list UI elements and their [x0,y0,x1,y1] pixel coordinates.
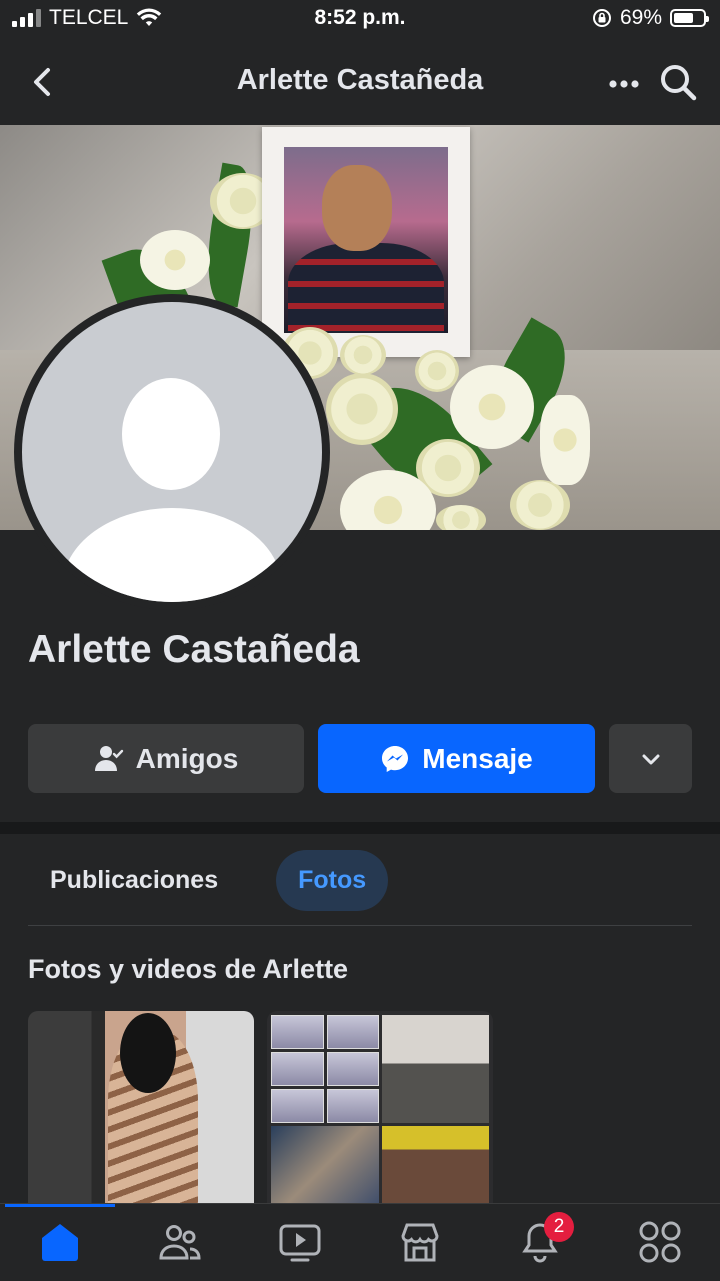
status-bar: TELCEL 8:52 p.m. 69% [0,0,720,40]
photo-thumbnail[interactable] [28,1011,254,1205]
photo-thumbnail[interactable] [267,1011,493,1205]
battery-icon [670,9,709,27]
friends-button[interactable]: Amigos [28,724,304,793]
tab-publicaciones[interactable]: Publicaciones [28,850,240,911]
framed-portrait [262,127,470,357]
message-button[interactable]: Mensaje [318,724,595,793]
menu-icon[interactable] [638,1220,682,1264]
profile-tabs: Publicaciones Fotos [28,849,389,911]
friends-button-label: Amigos [135,742,239,774]
friends-icon[interactable] [158,1220,202,1264]
profile-avatar[interactable] [14,294,330,610]
search-icon[interactable] [656,60,700,104]
battery-percent: 69% [619,6,662,29]
message-button-label: Mensaje [422,742,533,774]
section-divider [0,822,720,834]
active-tab-indicator [5,1204,115,1207]
video-icon[interactable] [278,1220,322,1264]
tab-fotos[interactable]: Fotos [276,849,389,911]
chevron-down-icon [642,754,659,764]
more-options-icon[interactable] [604,64,644,104]
tabs-divider [28,925,692,926]
more-actions-button[interactable] [609,724,692,793]
friend-check-icon [94,745,123,771]
notifications-badge: 2 [544,1212,574,1242]
marketplace-icon[interactable] [398,1220,442,1264]
top-navigation-bar: Arlette Castañeda [0,40,720,125]
bottom-navigation-bar [0,1203,720,1281]
profile-name: Arlette Castañeda [28,628,360,671]
messenger-icon [382,745,409,772]
rotation-lock-icon [592,9,611,27]
home-icon[interactable] [38,1220,82,1264]
photos-section-title: Fotos y videos de Arlette [28,954,349,984]
